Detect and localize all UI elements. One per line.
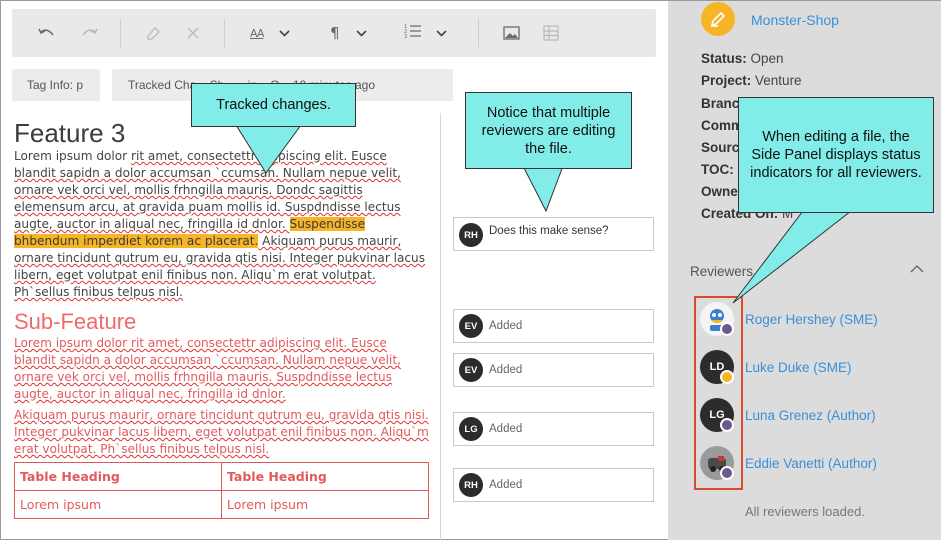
meta-owner-label: Owne <box>701 184 738 199</box>
tag-info: Tag Info: p <box>12 69 100 101</box>
meta-branch-label: Branc <box>701 96 740 111</box>
close-icon[interactable] <box>182 23 204 43</box>
meta-source: Sourc <box>701 140 739 155</box>
text-style-dropdown[interactable]: AA <box>250 23 310 43</box>
meta-branch: Branc <box>701 96 739 111</box>
list-dropdown[interactable]: 123 <box>404 23 464 43</box>
reviewer-name[interactable]: Luke Duke (SME) <box>745 360 852 375</box>
comment-avatar: EV <box>459 314 483 338</box>
meta-toc-label: TOC: <box>701 162 734 177</box>
comment-text: Added <box>489 320 523 332</box>
callout-tracked-changes: Tracked changes. <box>191 83 356 127</box>
reviewer-name[interactable]: Roger Hershey (SME) <box>745 312 878 327</box>
chevron-down-icon <box>355 27 367 40</box>
paragraph-dropdown[interactable]: ¶ <box>330 23 380 43</box>
table-cell: Lorem ipsum <box>14 490 222 519</box>
list-icon: 123 <box>404 23 422 43</box>
subfeature-heading: Sub-Feature <box>14 309 137 334</box>
reviewer-name[interactable]: Luna Grenez (Author) <box>745 408 876 423</box>
undo-icon[interactable] <box>36 23 58 43</box>
comment-text: Added <box>489 479 523 491</box>
editor-toolbar: AA ¶ 123 <box>12 9 656 57</box>
toolbar-divider <box>478 19 479 47</box>
meta-status-label: Status: <box>701 51 747 66</box>
meta-commit-label: Comm <box>701 118 744 133</box>
meta-commit: Comm <box>701 118 743 133</box>
table-icon[interactable] <box>540 23 562 43</box>
comment-avatar: RH <box>459 223 483 247</box>
text-style-icon: AA <box>250 26 264 40</box>
callout-multiple-reviewers: Notice that multiple reviewers are editi… <box>465 92 632 169</box>
paragraph-1: Lorem ipsum dolor rit amet, consectettr … <box>14 148 432 301</box>
image-icon[interactable] <box>500 23 522 43</box>
meta-status: Status: Open <box>701 51 784 66</box>
table-cell: Lorem ipsum <box>221 490 429 519</box>
comment-text: Added <box>489 364 523 376</box>
toolbar-divider <box>120 19 121 47</box>
reviewers-loaded-status: All reviewers loaded. <box>745 504 865 519</box>
comment-card[interactable]: LG Added <box>453 412 654 446</box>
meta-status-value: Open <box>750 51 784 66</box>
meta-owner: Owne <box>701 184 738 199</box>
paragraph-icon: ¶ <box>330 24 340 42</box>
comment-card[interactable]: RH Does this make sense? <box>453 217 654 251</box>
meta-project-value: Venture <box>755 73 802 88</box>
callout-side-panel: When editing a file, the Side Panel disp… <box>738 97 934 213</box>
chevron-up-icon[interactable] <box>910 261 924 276</box>
toolbar-divider <box>224 19 225 47</box>
svg-text:3: 3 <box>404 34 407 39</box>
comment-avatar: LG <box>459 417 483 441</box>
meta-source-label: Sourc <box>701 140 740 155</box>
pencil-icon <box>701 2 735 36</box>
meta-toc: TOC: <box>701 162 734 177</box>
table-heading: Table Heading <box>221 462 429 491</box>
reviewer-name[interactable]: Eddie Vanetti (Author) <box>745 456 877 471</box>
document-table: Table Heading Table Heading Lorem ipsum … <box>14 462 429 519</box>
chevron-down-icon <box>279 27 290 40</box>
paragraph-2: Lorem ipsum dolor rit amet, consectettr … <box>14 336 401 401</box>
reviewer-status-highlight <box>694 296 743 490</box>
comment-text: Added <box>489 423 523 435</box>
paragraph-1-start: Lorem ipsum dolor <box>14 149 131 163</box>
comment-card[interactable]: RH Added <box>453 468 654 502</box>
comment-avatar: EV <box>459 358 483 382</box>
chevron-down-icon <box>436 27 447 40</box>
eraser-icon[interactable] <box>142 23 164 43</box>
comment-card[interactable]: EV Added <box>453 309 654 343</box>
table-heading: Table Heading <box>14 462 222 491</box>
document-content[interactable]: Feature 3 Lorem ipsum dolor rit amet, co… <box>14 118 432 519</box>
comment-avatar: RH <box>459 473 483 497</box>
meta-project-label: Project: <box>701 73 752 88</box>
comment-text: Does this make sense? <box>489 225 609 237</box>
redo-icon[interactable] <box>78 23 100 43</box>
paragraph-3: Akiquam purus maurir, ornare tincidunt q… <box>14 408 429 456</box>
document-divider <box>440 113 441 540</box>
reviewers-heading: Reviewers <box>690 264 754 279</box>
project-name-link[interactable]: Monster-Shop <box>751 12 839 28</box>
meta-project: Project: Venture <box>701 73 802 88</box>
comment-card[interactable]: EV Added <box>453 353 654 387</box>
